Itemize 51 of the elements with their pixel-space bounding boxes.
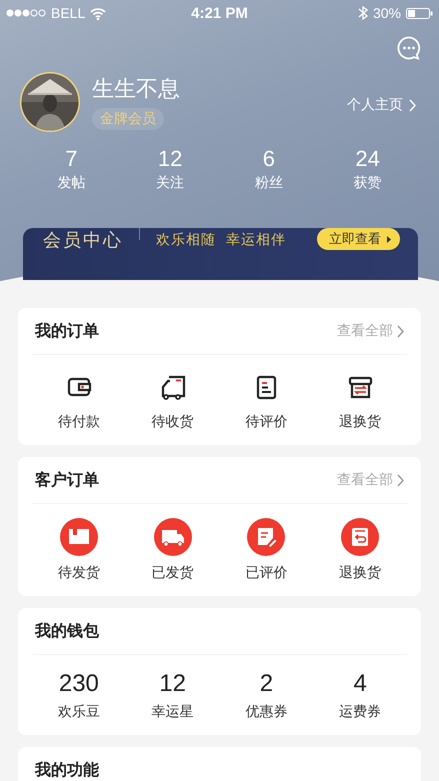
section-title: 我的功能 — [35, 760, 99, 780]
chevron-right-icon — [397, 474, 405, 486]
member-badge: 金牌会员 — [92, 108, 164, 130]
chevron-right-icon — [397, 324, 405, 338]
wallet-label: 欢乐豆 — [58, 702, 100, 721]
stat-count: 24 — [355, 146, 380, 172]
battery-percent: 30% — [372, 5, 401, 21]
play-icon — [387, 236, 391, 242]
stat-count: 7 — [65, 146, 78, 172]
package-circle-icon — [60, 518, 98, 556]
box-circle-icon — [341, 518, 380, 556]
order-status-item[interactable]: 退换货 — [313, 518, 407, 582]
wallet-count: 4 — [353, 669, 367, 699]
user-name: 生生不息 — [92, 75, 180, 103]
stat-count: 6 — [262, 146, 275, 172]
order-status-item[interactable]: 已发货 — [126, 518, 220, 582]
wallet-count: 12 — [159, 669, 186, 699]
wallet-label: 运费券 — [339, 702, 382, 721]
section-title: 我的订单 — [35, 322, 99, 342]
view-now-button[interactable]: 立即查看 — [317, 228, 400, 250]
truck-circle-icon — [154, 518, 192, 556]
stat-label: 粉丝 — [254, 173, 283, 192]
banner-slogan: 欢乐相随 — [156, 230, 216, 249]
chat-icon[interactable] — [397, 36, 421, 60]
carrier-name: BELL — [51, 5, 86, 21]
wallet-label: 优惠券 — [245, 702, 288, 721]
bluetooth-icon — [358, 5, 368, 21]
banner-slogan: 幸运相伴 — [226, 230, 286, 249]
member-banner[interactable]: 会员中心 欢乐相随 幸运相伴 立即查看 — [23, 228, 418, 280]
order-status-item[interactable]: 待付款 — [32, 369, 126, 431]
signal-icon — [6, 8, 46, 18]
wallet-label: 幸运星 — [152, 702, 194, 721]
order-status-item[interactable]: 待发货 — [32, 518, 126, 582]
stat-label: 获赞 — [354, 173, 382, 192]
section-title: 我的钱包 — [35, 622, 99, 642]
section-title: 客户订单 — [35, 470, 99, 490]
document-circle-icon — [247, 518, 286, 556]
stat-label: 关注 — [156, 173, 184, 192]
stat-label: 发帖 — [57, 173, 86, 192]
wallet-count: 230 — [58, 669, 99, 699]
wallet-count: 2 — [260, 669, 274, 699]
order-status-item[interactable]: 待评价 — [220, 369, 314, 431]
battery-icon — [406, 8, 433, 18]
banner-title: 会员中心 — [43, 229, 123, 252]
stat-count: 12 — [158, 146, 182, 172]
order-status-item[interactable]: 待收货 — [126, 369, 220, 431]
wifi-icon — [90, 6, 106, 20]
chevron-right-icon — [409, 98, 417, 112]
order-status-item[interactable]: 退换货 — [313, 369, 407, 431]
order-status-item[interactable]: 已评价 — [220, 518, 314, 582]
status-time: 4:21 PM — [191, 4, 248, 22]
